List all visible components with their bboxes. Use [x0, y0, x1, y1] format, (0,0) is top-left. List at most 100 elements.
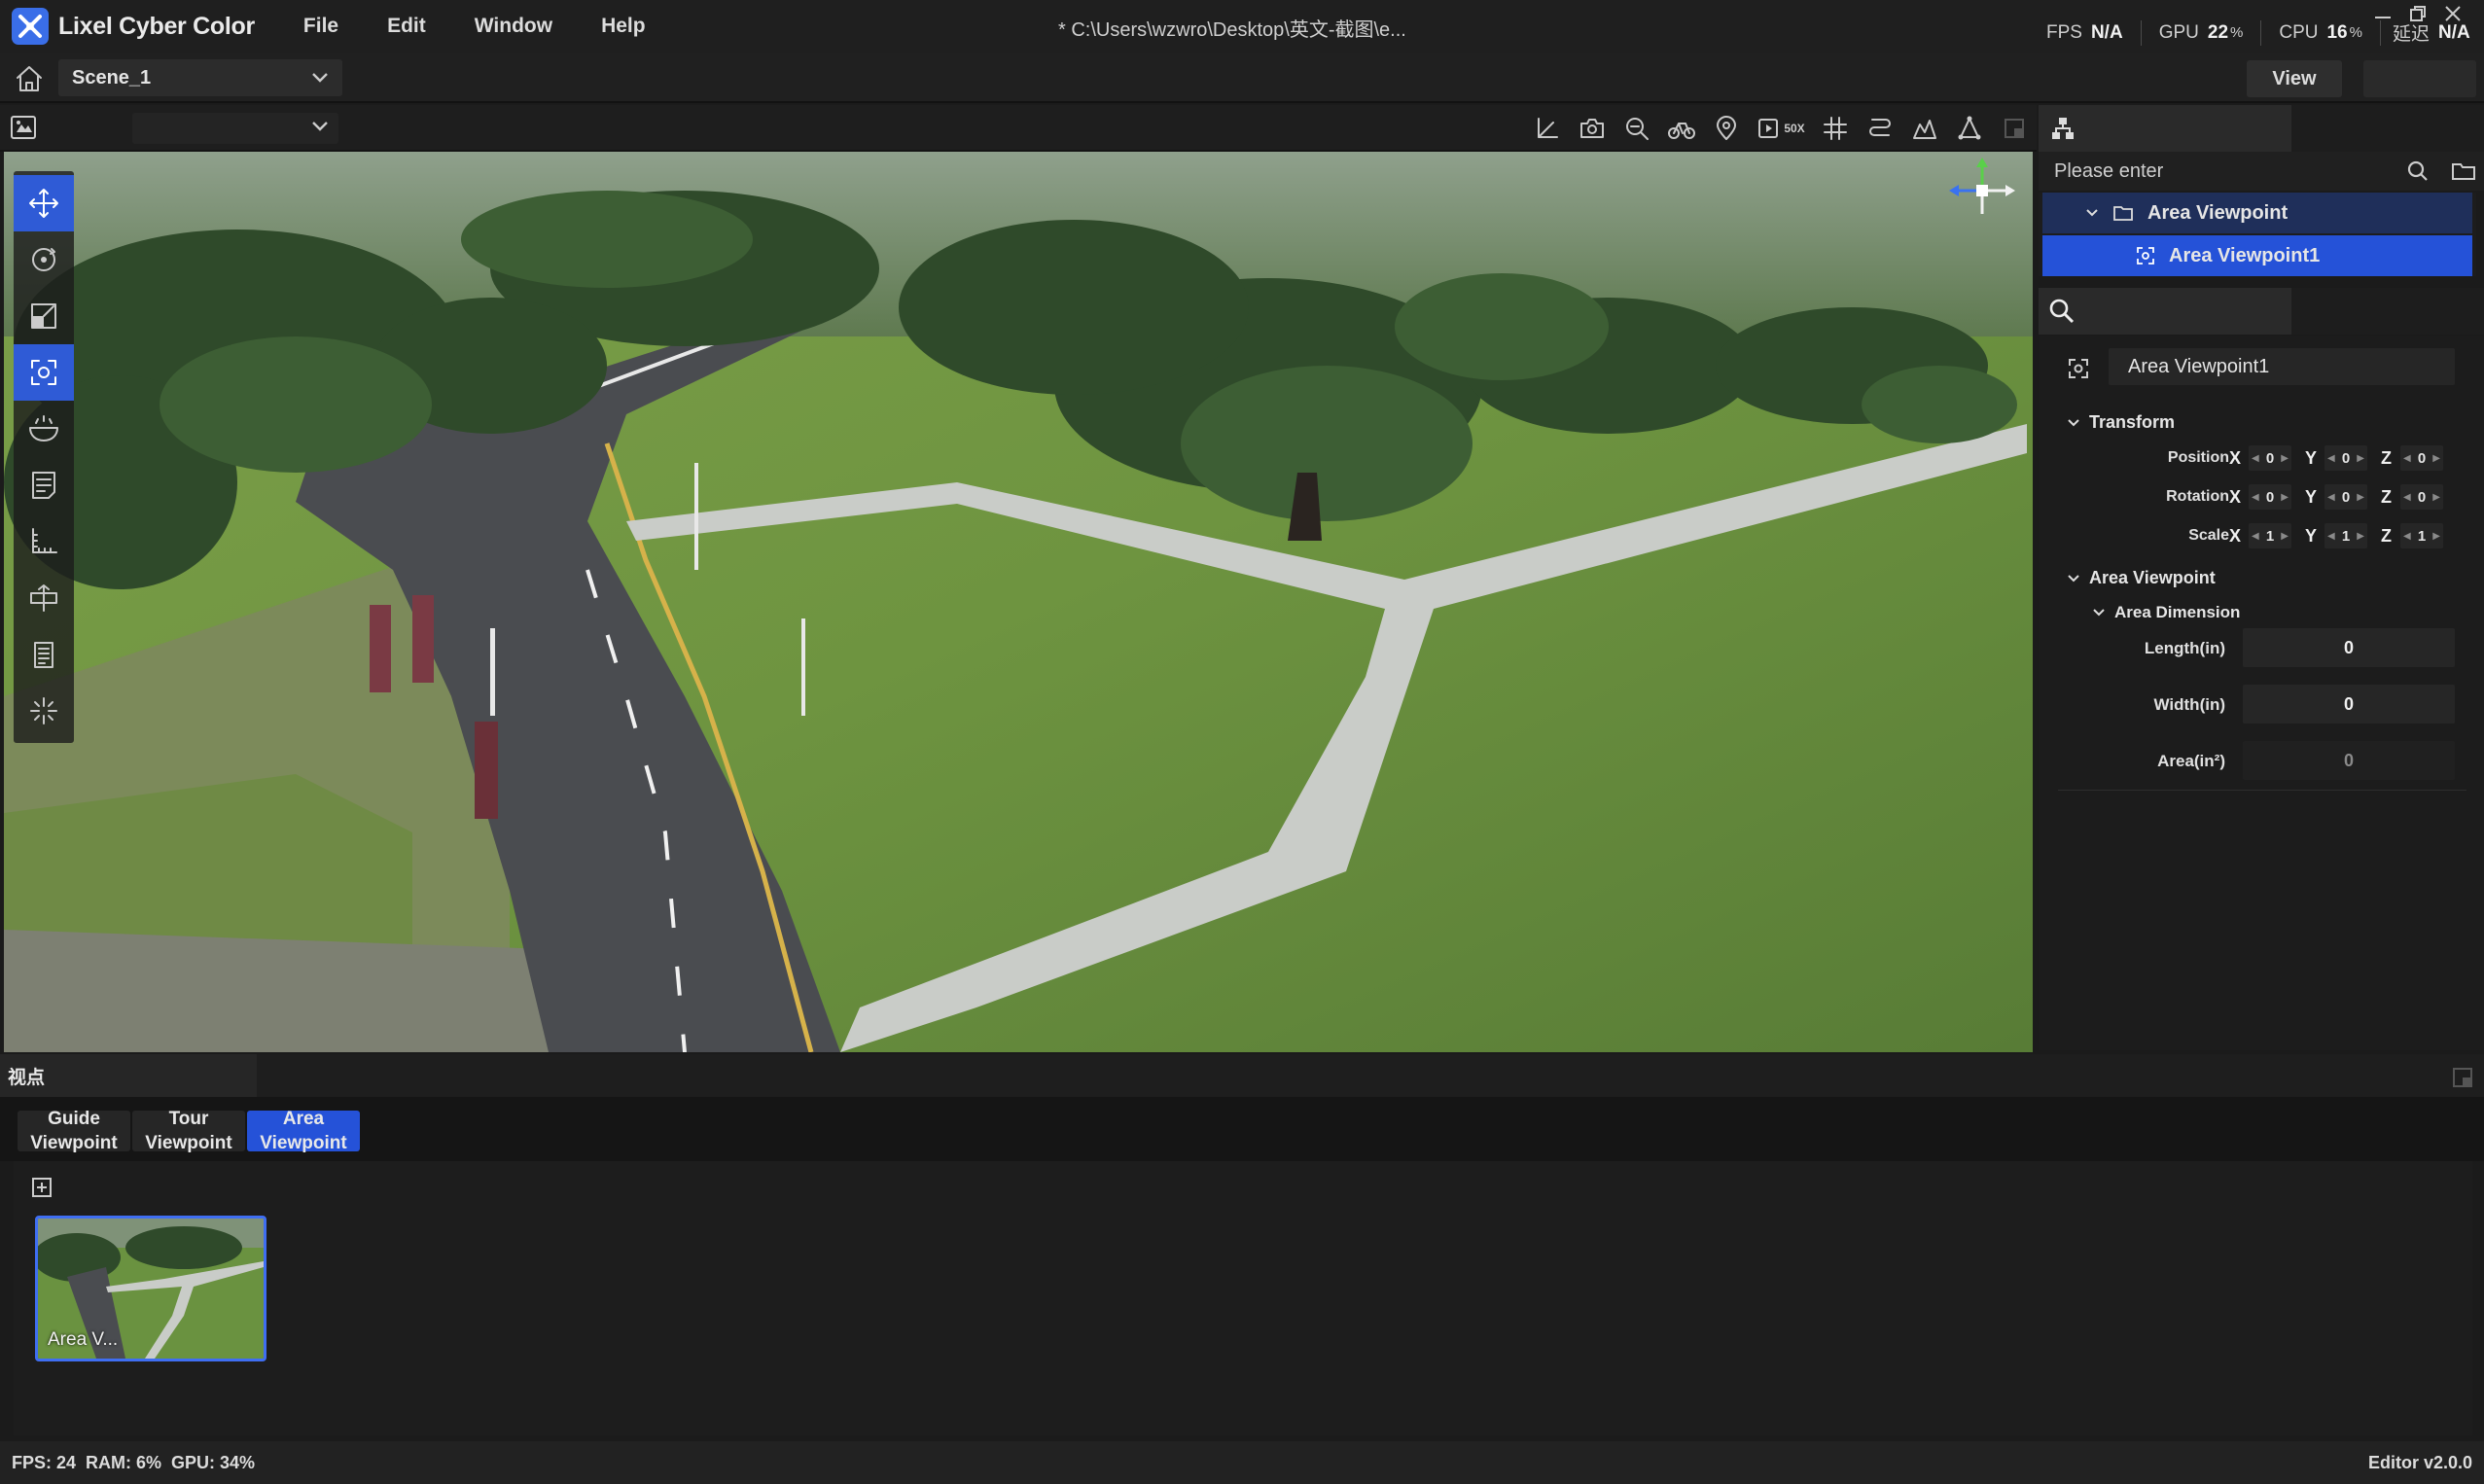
- chevron-down-icon[interactable]: [2085, 208, 2099, 218]
- area-viewpoint-tool-button[interactable]: [14, 344, 74, 401]
- note-icon: [32, 472, 55, 499]
- dock-button[interactable]: [1996, 111, 2033, 146]
- tree-item-area-viewpoint1[interactable]: Area Viewpoint1: [2042, 235, 2472, 276]
- section-tool-button[interactable]: [14, 570, 74, 626]
- menu-file[interactable]: File: [303, 15, 338, 38]
- camera-select[interactable]: [132, 113, 338, 144]
- viewport-mode-icon[interactable]: [10, 115, 37, 140]
- tree-search-placeholder: Please enter: [2054, 159, 2164, 182]
- ai-sparkle-icon: [30, 697, 57, 724]
- latency-value: N/A: [2437, 21, 2470, 43]
- position-y-input[interactable]: ◀ 0 ▶: [2324, 445, 2367, 471]
- menu-help[interactable]: Help: [601, 15, 646, 38]
- rotate-tool-button[interactable]: [14, 231, 74, 288]
- rotation-x-input[interactable]: ◀ 0 ▶: [2249, 484, 2291, 510]
- cpu-label: CPU: [2279, 21, 2319, 43]
- object-name-field[interactable]: Area Viewpoint1: [2109, 348, 2455, 385]
- performance-stats: FPS N/A GPU 22 % CPU 16 % 延迟 N/A: [2046, 19, 2470, 46]
- gpu-percent: %: [2230, 24, 2244, 41]
- rotation-row: Rotation X ◀ 0 ▶ Y ◀ 0 ▶ Z ◀ 0 ▶: [2039, 482, 2484, 512]
- bike-icon: [1668, 123, 1695, 139]
- viewpoint-panel-tab[interactable]: 视点: [0, 1054, 257, 1097]
- measure-button[interactable]: [1951, 111, 1988, 146]
- folder-icon: [2113, 206, 2133, 221]
- width-input[interactable]: 0: [2243, 685, 2455, 724]
- width-row: Width(in) 0: [2039, 685, 2484, 724]
- tab-scene-tree[interactable]: [2039, 105, 2291, 152]
- view-button[interactable]: View: [2247, 60, 2342, 97]
- terrain-button[interactable]: [1906, 111, 1943, 146]
- move-tool-button[interactable]: [14, 175, 74, 231]
- scale-y-input[interactable]: ◀ 1 ▶: [2324, 523, 2367, 548]
- close-icon[interactable]: [2443, 4, 2463, 23]
- scale-z-input[interactable]: ◀ 1 ▶: [2400, 523, 2443, 548]
- note-tool-button[interactable]: [14, 457, 74, 513]
- restore-icon[interactable]: [2408, 4, 2428, 23]
- lixel-logo-icon: [12, 8, 49, 45]
- view-extra-slot: [2363, 60, 2476, 97]
- tree-item-area-viewpoint[interactable]: Area Viewpoint: [2042, 193, 2472, 233]
- rotation-z-input[interactable]: ◀ 0 ▶: [2400, 484, 2443, 510]
- search-icon[interactable]: [2406, 159, 2430, 183]
- ai-tool-button[interactable]: [14, 683, 74, 739]
- home-icon[interactable]: [14, 64, 45, 93]
- axis-x-label: X: [2229, 526, 2242, 546]
- cpu-value: 16: [2326, 21, 2348, 43]
- add-viewpoint-icon[interactable]: [31, 1177, 53, 1198]
- move-icon: [29, 189, 58, 218]
- menu-edit[interactable]: Edit: [387, 15, 426, 38]
- chevron-down-icon: [312, 73, 328, 83]
- speed-button[interactable]: 50X: [1753, 111, 1809, 146]
- area-row: Area(in²) 0: [2039, 741, 2484, 780]
- speed-label: 50X: [1784, 122, 1805, 135]
- gpu-label: GPU: [2158, 21, 2199, 43]
- status-metrics: FPS: 24 RAM: 6% GPU: 34%: [12, 1452, 256, 1472]
- tab-area-viewpoint[interactable]: Area Viewpoint: [247, 1109, 360, 1153]
- length-input[interactable]: 0: [2243, 628, 2455, 667]
- chevron-down-icon: [312, 122, 328, 131]
- area-dimension-section-header[interactable]: Area Dimension: [2093, 603, 2240, 622]
- viewpoint-thumbnail[interactable]: Area V...: [35, 1216, 266, 1361]
- axis-tool-button[interactable]: [1529, 111, 1566, 146]
- screenshot-button[interactable]: [1574, 111, 1611, 146]
- grid-button[interactable]: [1817, 111, 1854, 146]
- scene-tree: Area Viewpoint Area Viewpoint1: [2039, 193, 2476, 276]
- menu-window[interactable]: Window: [475, 15, 552, 38]
- tree-search-field[interactable]: Please enter: [2039, 152, 2484, 191]
- area-viewpoint-section-header[interactable]: Area Viewpoint: [2068, 568, 2216, 588]
- location-button[interactable]: [1708, 111, 1745, 146]
- position-z-input[interactable]: ◀ 0 ▶: [2400, 445, 2443, 471]
- scale-tool-button[interactable]: [14, 288, 74, 344]
- terrain-icon: [1913, 120, 1936, 139]
- folder-icon[interactable]: [2451, 159, 2476, 183]
- position-x-input[interactable]: ◀ 0 ▶: [2249, 445, 2291, 471]
- tab-tour-viewpoint[interactable]: Tour Viewpoint: [132, 1109, 245, 1153]
- scene-select[interactable]: Scene_1: [58, 59, 342, 96]
- triangle-nodes-icon: [1958, 116, 1981, 140]
- rotation-y-input[interactable]: ◀ 0 ▶: [2324, 484, 2367, 510]
- area-label: Area(in²): [2157, 752, 2225, 770]
- list-tool-button[interactable]: [14, 626, 74, 683]
- tab-properties[interactable]: [2039, 288, 2291, 335]
- left-toolbar: [14, 171, 74, 743]
- dock-icon[interactable]: [2451, 1066, 2474, 1089]
- axis-y-label: Y: [2305, 448, 2318, 468]
- search-icon: [2049, 299, 2075, 324]
- ruler-tool-button[interactable]: [14, 513, 74, 570]
- axis-gizmo-icon[interactable]: [1947, 156, 2017, 226]
- roam-button[interactable]: [1663, 111, 1700, 146]
- file-path: * C:\Users\wzwro\Desktop\英文-截图\e...: [1058, 19, 1406, 41]
- tab-guide-viewpoint[interactable]: Guide Viewpoint: [18, 1109, 130, 1153]
- chevron-down-icon: [2093, 609, 2105, 617]
- minimize-icon[interactable]: [2373, 4, 2393, 23]
- axis-y-label: Y: [2305, 526, 2318, 546]
- route-button[interactable]: [1862, 111, 1898, 146]
- fly-tool-button[interactable]: [14, 401, 74, 457]
- 3d-viewport[interactable]: [4, 152, 2033, 1052]
- aerial-scene-image: [4, 152, 2033, 1052]
- transform-section-header[interactable]: Transform: [2068, 412, 2175, 433]
- search-shape-button[interactable]: [1618, 111, 1655, 146]
- fps-label: FPS: [2046, 21, 2082, 43]
- scale-x-input[interactable]: ◀ 1 ▶: [2249, 523, 2291, 548]
- ufo-icon: [29, 415, 58, 442]
